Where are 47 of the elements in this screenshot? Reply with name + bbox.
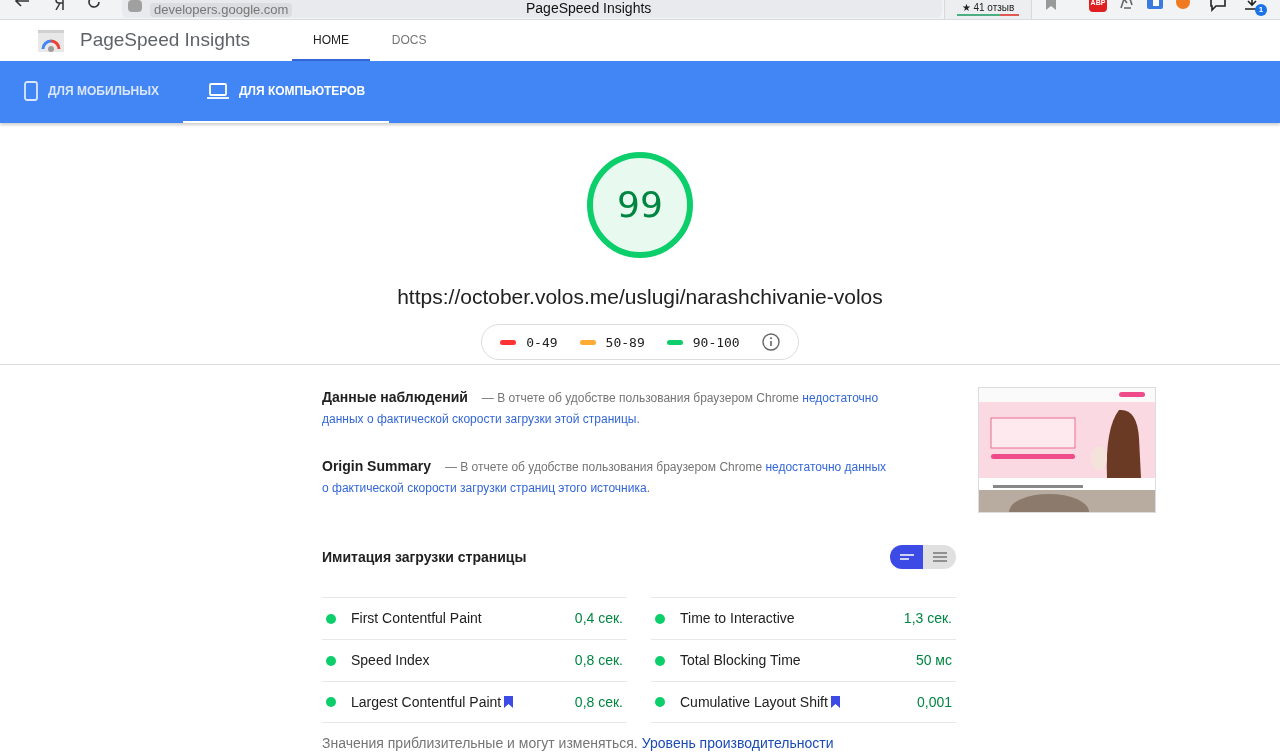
list-view-toggle[interactable] [923,545,956,569]
metric-name: Largest Contentful Paint [351,692,502,712]
summary-link[interactable]: недостаточно данных [765,460,887,474]
metric-value: 0,4 сек. [574,609,623,628]
metric-value: 0,001 [916,692,952,712]
product-title: PageSpeed Insights [80,28,251,53]
legend-range: 0-49 [526,333,558,352]
bookmark-icon[interactable] [1045,0,1057,10]
list-lines-icon [931,552,948,562]
metric-name: Time to Interactive [680,609,795,628]
phone-icon [24,81,38,102]
summary-link[interactable]: о фактической скорости загрузки страниц этого источника [322,481,647,495]
metric-name: Speed Index [351,651,430,670]
address-text: developers.google.com [150,3,293,17]
metric-value: 1,3 сек. [903,609,952,628]
field-data-summary: Origin Summary — В отчете об удобстве пользования браузером Chrome недостаточно данных о фактической скорости загрузки страниц этого источника. [322,457,888,497]
page-url: https://october.volos.me/uslugi/narashchivanie-volos [397,283,883,310]
reviews-text: ★ 41 отзыв [961,2,1015,13]
laptop-icon [207,83,229,100]
gauge-logo-icon [38,29,64,52]
info-icon[interactable] [761,333,780,352]
nav-tab[interactable]: DOCS [370,19,449,62]
lock-icon [128,0,142,12]
metric-value: 50 мс [915,651,952,670]
extension-icon[interactable] [1146,0,1164,10]
metric-value: 0,8 сек. [574,692,623,712]
performance-link[interactable]: Уровень производительности [641,733,834,754]
device-tab[interactable]: ДЛЯ МОБИЛЬНЫХ [0,61,183,123]
field-data-summary: Данные наблюдений — В отчете об удобстве пользования браузером Chrome недостаточно данных о фактической скорости загрузки этой страницы. [322,388,880,428]
compact-view-toggle[interactable] [890,545,923,569]
score-value: 99 [617,182,663,227]
metric-name: First Contentful Paint [351,609,482,628]
section-title: Имитация загрузки страницы [322,547,527,567]
legend-range: 90-100 [692,333,740,352]
download-count-badge: 1 [1255,4,1267,16]
metric-name: Cumulative Layout Shift [680,692,828,712]
reviews-badge[interactable]: ★ 41 отзыв [944,0,1032,19]
browser-logo-icon[interactable] [54,0,66,10]
comment-icon[interactable] [1209,0,1229,12]
compact-lines-icon [898,553,915,561]
metric-value: 0,8 сек. [574,651,623,670]
note-text: Значения приблизительные и могут изменяться. [322,734,638,753]
device-tab[interactable]: ДЛЯ КОМПЬЮТЕРОВ [183,61,390,123]
summary-link[interactable]: недостаточно [802,391,879,405]
page-title: PageSpeed Insights [526,0,652,16]
legend-range: 50-89 [605,333,645,352]
metric-name: Total Blocking Time [680,651,801,670]
